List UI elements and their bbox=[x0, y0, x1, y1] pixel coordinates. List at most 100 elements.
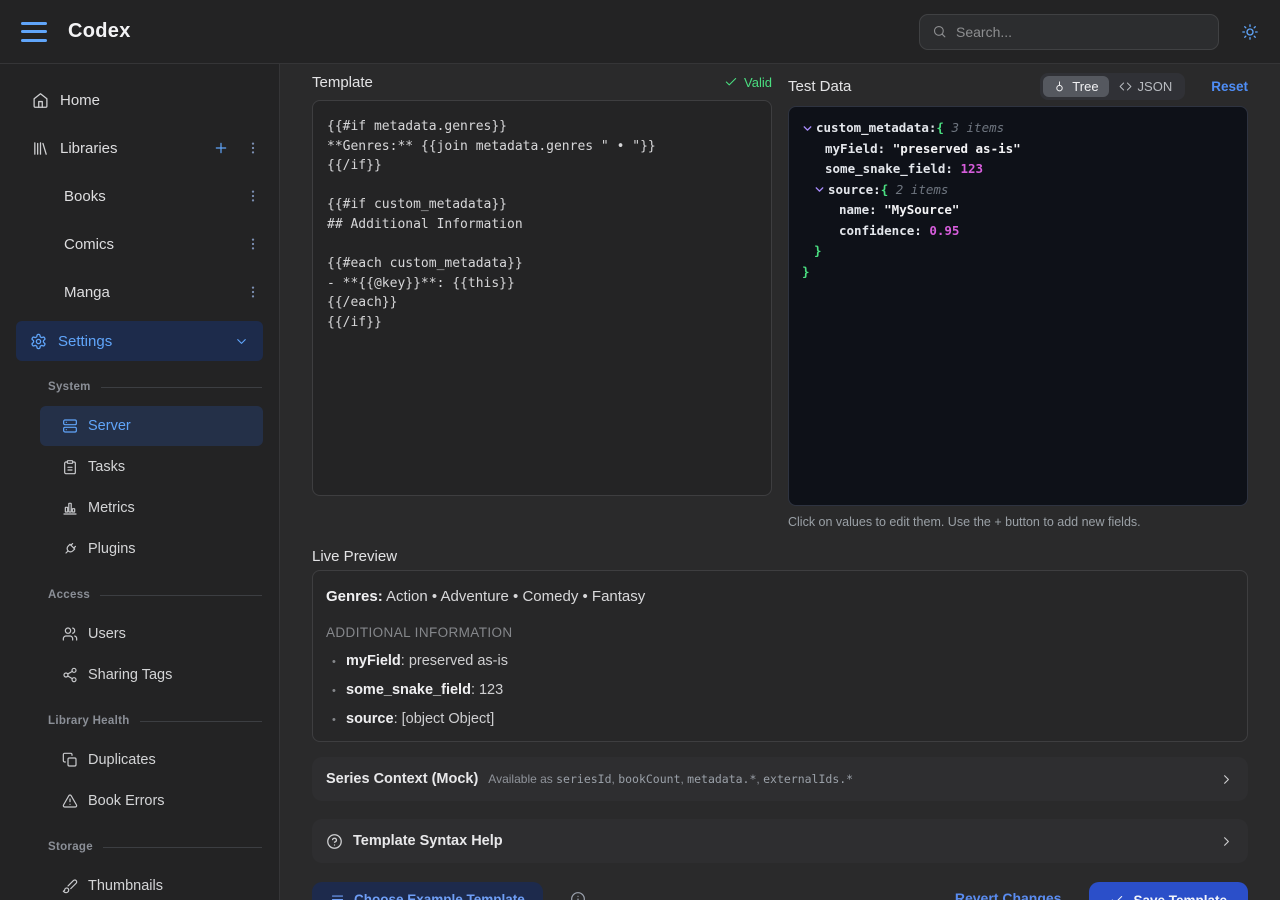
tree-leaf[interactable]: myField: "preserved as-is" bbox=[789, 139, 1247, 160]
sidebar-item-label: Libraries bbox=[60, 140, 118, 157]
kebab-menu-button[interactable] bbox=[245, 236, 261, 252]
json-view-button[interactable]: JSON bbox=[1109, 76, 1183, 97]
sidebar-item-manga[interactable]: Manga bbox=[0, 268, 279, 316]
sidebar-item-tasks[interactable]: Tasks bbox=[40, 447, 263, 487]
metrics-icon bbox=[62, 500, 78, 516]
server-icon bbox=[62, 418, 78, 434]
section-label: System bbox=[48, 381, 91, 393]
home-icon bbox=[32, 92, 49, 109]
main-content: Template Valid {{#if metadata.genres}} *… bbox=[280, 64, 1280, 900]
series-context-title: Series Context (Mock) bbox=[326, 771, 478, 787]
app-title: Codex bbox=[68, 20, 131, 43]
choose-example-label: Choose Example Template bbox=[354, 892, 525, 900]
sidebar-item-label: Comics bbox=[64, 236, 114, 253]
chevron-down-icon bbox=[234, 334, 249, 349]
section-header-storage: Storage bbox=[48, 841, 262, 853]
reset-button[interactable]: Reset bbox=[1211, 79, 1248, 94]
test-data-title: Test Data bbox=[788, 78, 851, 95]
save-template-button[interactable]: Save Template bbox=[1089, 882, 1248, 900]
search-box[interactable] bbox=[919, 14, 1219, 50]
kebab-menu-button[interactable] bbox=[245, 284, 261, 300]
check-icon bbox=[1110, 893, 1124, 900]
preview-bullet: •some_snake_field: 123 bbox=[326, 682, 1234, 698]
sidebar-item-label: Book Errors bbox=[88, 793, 165, 809]
library-list: Books Comics Manga bbox=[0, 172, 279, 316]
section-label: Library Health bbox=[48, 715, 130, 727]
test-data-panel: Test Data Tree JSON Reset c bbox=[788, 71, 1248, 529]
sidebar-sections: System Server TasksMetrics Plugins Access Use… bbox=[0, 381, 279, 900]
sidebar-item-settings[interactable]: Settings bbox=[16, 321, 263, 361]
sidebar-item-sharing-tags[interactable]: Sharing Tags bbox=[40, 655, 263, 695]
sidebar-item-libraries[interactable]: Libraries bbox=[0, 124, 279, 172]
json-view-label: JSON bbox=[1138, 79, 1173, 94]
template-panel-title: Template bbox=[312, 74, 373, 91]
tree-value[interactable]: 123 bbox=[960, 159, 983, 180]
tree-brace: } bbox=[802, 262, 810, 283]
syntax-help-row[interactable]: Template Syntax Help bbox=[312, 819, 1248, 863]
test-data-tree[interactable]: custom_metadata:{ 3 itemsmyField: "prese… bbox=[788, 106, 1248, 506]
bullet-text: some_snake_field: 123 bbox=[346, 682, 503, 698]
sidebar-item-comics[interactable]: Comics bbox=[0, 220, 279, 268]
tree-value[interactable]: "preserved as-is" bbox=[893, 139, 1021, 160]
sidebar: Home Libraries Books Comics Manga Settings… bbox=[0, 64, 280, 900]
sidebar-item-book-errors[interactable]: Book Errors bbox=[40, 781, 263, 821]
tree-leaf[interactable]: name: "MySource" bbox=[789, 200, 1247, 221]
tree-leaf[interactable]: some_snake_field: 123 bbox=[789, 159, 1247, 180]
chevron-right-icon bbox=[1219, 772, 1234, 787]
add-library-button[interactable] bbox=[213, 140, 229, 156]
tree-leaf[interactable]: confidence: 0.95 bbox=[789, 221, 1247, 242]
sidebar-item-label: Settings bbox=[58, 333, 112, 350]
libraries-menu-button[interactable] bbox=[245, 140, 261, 156]
section-header-access: Access bbox=[48, 589, 262, 601]
bullet-key: myField bbox=[346, 653, 401, 669]
template-editor[interactable]: {{#if metadata.genres}} **Genres:** {{jo… bbox=[312, 100, 772, 496]
tree-brace: { bbox=[881, 180, 889, 201]
sidebar-item-metrics[interactable]: Metrics bbox=[40, 488, 263, 528]
revert-changes-button[interactable]: Revert Changes bbox=[955, 890, 1062, 900]
topbar: Codex bbox=[0, 0, 1280, 64]
theme-toggle-button[interactable] bbox=[1241, 23, 1259, 41]
sidebar-item-server[interactable]: Server bbox=[40, 406, 263, 446]
sidebar-item-label: Plugins bbox=[88, 541, 136, 557]
menu-button[interactable] bbox=[21, 22, 47, 42]
bullet-dot: • bbox=[326, 714, 346, 726]
choose-example-template-button[interactable]: Choose Example Template bbox=[312, 882, 543, 900]
preview-bullet: •source: [object Object] bbox=[326, 711, 1234, 727]
sidebar-item-plugins[interactable]: Plugins bbox=[40, 529, 263, 569]
sidebar-item-thumbnails[interactable]: Thumbnails bbox=[40, 866, 263, 900]
tree-view-icon bbox=[1053, 80, 1066, 93]
tree-close-brace[interactable]: } bbox=[789, 262, 1247, 283]
bullet-key: some_snake_field bbox=[346, 682, 471, 698]
section-divider bbox=[103, 847, 262, 848]
sidebar-item-home[interactable]: Home bbox=[0, 76, 279, 124]
sidebar-item-users[interactable]: Users bbox=[40, 614, 263, 654]
test-data-helper: Click on values to edit them. Use the + … bbox=[788, 515, 1248, 529]
genres-value: Action • Adventure • Comedy • Fantasy bbox=[386, 588, 645, 605]
tree-brace: { bbox=[936, 118, 944, 139]
template-panel: Template Valid {{#if metadata.genres}} *… bbox=[312, 71, 772, 529]
section-divider bbox=[100, 595, 262, 596]
tree-node[interactable]: custom_metadata:{ 3 items bbox=[789, 118, 1247, 139]
genres-label: Genres: bbox=[326, 588, 383, 605]
tree-node[interactable]: source:{ 2 items bbox=[789, 180, 1247, 201]
tree-close-brace[interactable]: } bbox=[789, 241, 1247, 262]
duplicates-icon bbox=[62, 752, 78, 768]
sidebar-item-books[interactable]: Books bbox=[0, 172, 279, 220]
tree-view-button[interactable]: Tree bbox=[1043, 76, 1108, 97]
preview-bullets: •myField: preserved as-is•some_snake_fie… bbox=[326, 653, 1234, 727]
sidebar-item-label: Books bbox=[64, 188, 106, 205]
kebab-menu-button[interactable] bbox=[245, 188, 261, 204]
tree-value[interactable]: "MySource" bbox=[884, 200, 959, 221]
tree-key: some_snake_field: bbox=[825, 159, 960, 180]
valid-label: Valid bbox=[744, 75, 772, 90]
sidebar-item-duplicates[interactable]: Duplicates bbox=[40, 740, 263, 780]
series-context-row[interactable]: Series Context (Mock) Available as serie… bbox=[312, 757, 1248, 801]
tree-value[interactable]: 0.95 bbox=[929, 221, 959, 242]
check-icon bbox=[724, 75, 738, 89]
info-icon[interactable] bbox=[570, 891, 586, 900]
search-input[interactable] bbox=[956, 24, 1206, 40]
sidebar-item-label: Manga bbox=[64, 284, 110, 301]
section-divider bbox=[140, 721, 262, 722]
sidebar-item-label: Server bbox=[88, 418, 131, 434]
tree-key: myField: bbox=[825, 139, 893, 160]
